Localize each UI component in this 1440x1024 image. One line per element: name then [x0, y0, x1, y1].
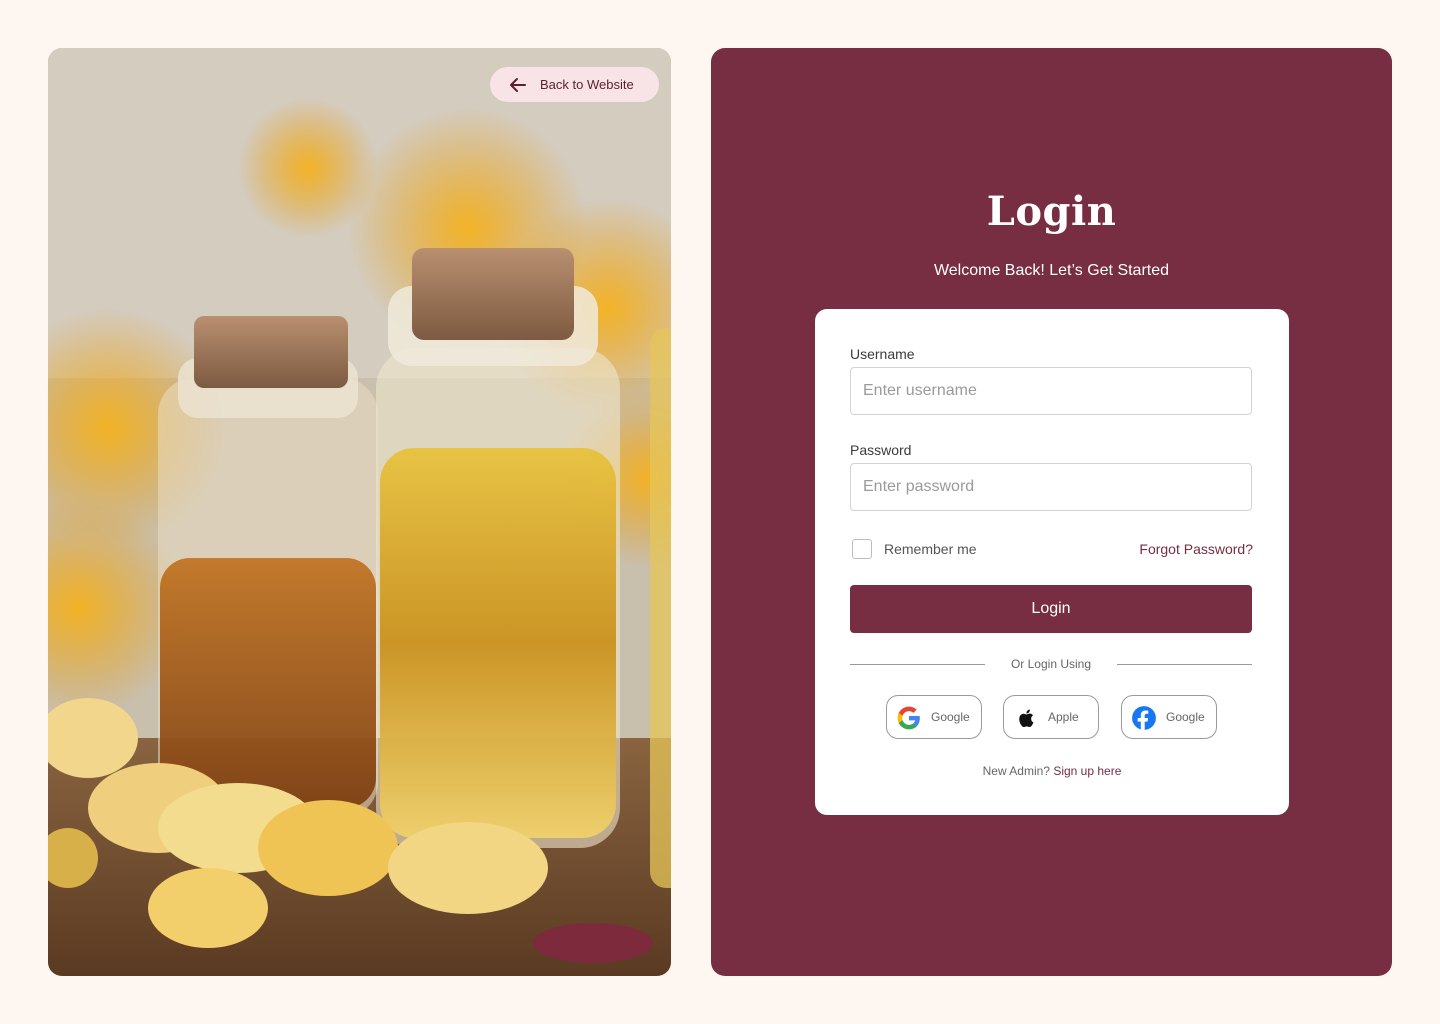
hero-image: Back to Website [48, 48, 671, 976]
facebook-login-label: Google [1166, 710, 1205, 724]
arrow-left-icon [510, 77, 526, 92]
google-login-label: Google [931, 710, 970, 724]
divider-line-left [850, 663, 985, 665]
essential-oil-bottles-photo [48, 48, 671, 976]
divider-text: Or Login Using [1010, 657, 1092, 671]
divider-line-right [1116, 663, 1252, 665]
facebook-icon [1132, 706, 1156, 731]
login-panel: Login Welcome Back! Let’s Get Started Us… [711, 48, 1392, 976]
forgot-password-link[interactable]: Forgot Password? [1139, 541, 1253, 557]
google-login-button[interactable]: Google [886, 695, 982, 739]
back-to-website-button[interactable]: Back to Website [490, 67, 659, 102]
signup-prompt-text: New Admin? [982, 764, 1050, 778]
apple-icon [1019, 709, 1034, 728]
apple-login-button[interactable]: Apple [1003, 695, 1099, 739]
welcome-subtitle: Welcome Back! Let’s Get Started [933, 262, 1170, 279]
page-title: Login [986, 188, 1117, 235]
or-login-divider: Or Login Using [850, 656, 1252, 672]
remember-me-label: Remember me [884, 541, 977, 557]
google-icon [897, 706, 920, 730]
apple-login-label: Apple [1048, 710, 1079, 724]
remember-me-row: Remember me [852, 539, 977, 559]
login-button[interactable]: Login [850, 585, 1252, 633]
back-to-website-label: Back to Website [540, 77, 634, 92]
login-form-card: Username Password Remember me Forgot Pas… [815, 309, 1289, 815]
password-input[interactable] [850, 463, 1252, 511]
facebook-login-button[interactable]: Google [1121, 695, 1217, 739]
signup-link[interactable]: Sign up here [1053, 764, 1121, 778]
username-input[interactable] [850, 367, 1252, 415]
remember-me-checkbox[interactable] [852, 539, 872, 559]
username-label: Username [850, 346, 915, 362]
signup-prompt: New Admin? Sign up here [815, 764, 1289, 778]
social-login-row: Google Apple Google [886, 695, 1217, 740]
password-label: Password [850, 442, 912, 458]
